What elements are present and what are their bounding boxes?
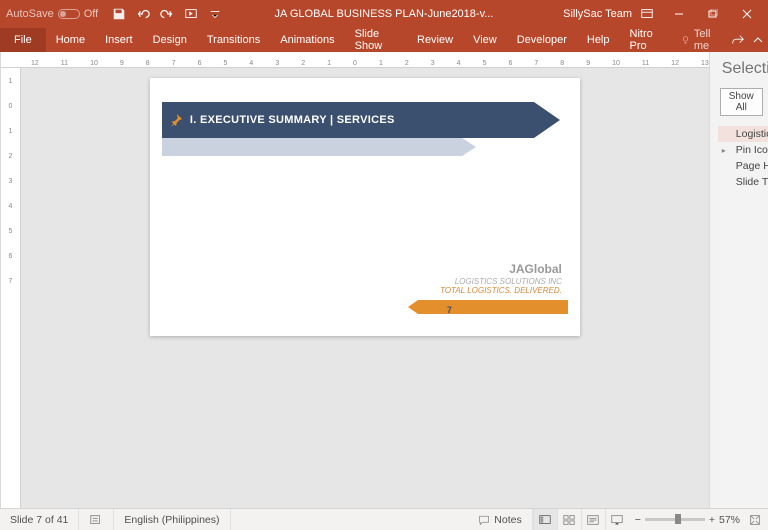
title-arrow-shape: [534, 102, 560, 138]
company-logo: JAGlobal LOGISTICS SOLUTIONS INC TOTAL L…: [440, 262, 562, 296]
tab-help[interactable]: Help: [577, 28, 620, 52]
editor-area: 121110987654321012345678910111213 101234…: [1, 52, 709, 508]
slide-counter[interactable]: Slide 7 of 41: [0, 509, 79, 530]
window-buttons: [662, 0, 764, 28]
horizontal-ruler: 121110987654321012345678910111213: [1, 52, 709, 68]
zoom-value[interactable]: 57%: [719, 514, 740, 526]
spellcheck-icon[interactable]: [79, 509, 114, 530]
page-number: 7: [447, 305, 452, 315]
tab-transitions[interactable]: Transitions: [197, 28, 270, 52]
title-bar: AutoSave Off JA GLOBAL BUSINESS PLAN-Jun…: [0, 0, 768, 28]
zoom-out-icon[interactable]: −: [635, 514, 641, 526]
vertical-ruler: 101234567: [1, 68, 21, 508]
restore-button[interactable]: [696, 0, 730, 28]
minimize-button[interactable]: [662, 0, 696, 28]
slideshow-view-icon[interactable]: [605, 509, 629, 530]
workspace: 12345678910111213 1211109876543210123456…: [0, 52, 768, 508]
selection-item[interactable]: Logistics Diagram━: [718, 126, 768, 142]
pin-icon: [162, 113, 190, 127]
tab-developer[interactable]: Developer: [507, 28, 577, 52]
notes-icon: [478, 514, 490, 526]
collapse-ribbon-icon[interactable]: [748, 28, 768, 52]
pane-title: Selection: [722, 60, 768, 78]
selection-item[interactable]: ▸Pin Icon━: [718, 142, 768, 158]
selection-list: Logistics Diagram━▸Pin Icon━Page Holder━…: [710, 124, 768, 190]
selection-item[interactable]: Slide Title Holder━: [718, 174, 768, 190]
toggle-icon: [58, 9, 80, 19]
selection-item[interactable]: Page Holder━: [718, 158, 768, 174]
notes-button[interactable]: Notes: [468, 509, 532, 530]
tab-design[interactable]: Design: [143, 28, 197, 52]
zoom-slider[interactable]: [645, 518, 705, 521]
quick-access-toolbar: [104, 7, 230, 21]
zoom-control[interactable]: − + 57%: [629, 513, 768, 527]
show-all-button[interactable]: Show All: [720, 88, 763, 116]
undo-icon[interactable]: [136, 7, 150, 21]
tell-me[interactable]: Tell me: [673, 28, 728, 52]
ribbon-tabs: File Home Insert Design Transitions Anim…: [0, 28, 768, 52]
slide-title-band[interactable]: I. EXECUTIVE SUMMARY | SERVICES: [162, 102, 534, 138]
slide-title-text: I. EXECUTIVE SUMMARY | SERVICES: [190, 114, 395, 126]
lightbulb-icon: [681, 34, 690, 46]
qat-more-icon[interactable]: [208, 7, 222, 21]
tab-review[interactable]: Review: [407, 28, 463, 52]
page-band: [418, 300, 568, 314]
tab-home[interactable]: Home: [46, 28, 95, 52]
status-bar: Slide 7 of 41 English (Philippines) Note…: [0, 508, 768, 530]
expand-icon[interactable]: ▸: [722, 146, 726, 155]
slide-canvas-wrap[interactable]: I. EXECUTIVE SUMMARY | SERVICES JAGlobal…: [21, 68, 709, 508]
selection-pane: Selection ▾ ✕ Show All Hide All ▲ ▼ Logi…: [709, 52, 768, 508]
ribbon-display-icon[interactable]: [640, 7, 654, 21]
sorter-view-icon[interactable]: [557, 509, 581, 530]
start-from-beginning-icon[interactable]: [184, 7, 198, 21]
autosave-toggle[interactable]: AutoSave Off: [0, 8, 104, 20]
autosave-state: Off: [84, 8, 98, 20]
tab-insert[interactable]: Insert: [95, 28, 143, 52]
subtitle-band: [162, 138, 462, 156]
tab-animations[interactable]: Animations: [270, 28, 344, 52]
fit-window-icon[interactable]: [748, 513, 762, 527]
tab-file[interactable]: File: [0, 28, 46, 52]
redo-icon[interactable]: [160, 7, 174, 21]
save-icon[interactable]: [112, 7, 126, 21]
close-button[interactable]: [730, 0, 764, 28]
tab-nitropro[interactable]: Nitro Pro: [620, 28, 673, 52]
autosave-label: AutoSave: [6, 8, 54, 20]
reading-view-icon[interactable]: [581, 509, 605, 530]
tab-slideshow[interactable]: Slide Show: [345, 28, 407, 52]
tab-view[interactable]: View: [463, 28, 507, 52]
share-icon[interactable]: [728, 28, 748, 52]
slide-canvas[interactable]: I. EXECUTIVE SUMMARY | SERVICES JAGlobal…: [150, 78, 580, 336]
zoom-in-icon[interactable]: +: [709, 514, 715, 526]
user-name[interactable]: SillySac Team: [563, 8, 632, 20]
language-status[interactable]: English (Philippines): [114, 509, 230, 530]
normal-view-icon[interactable]: [533, 509, 557, 530]
